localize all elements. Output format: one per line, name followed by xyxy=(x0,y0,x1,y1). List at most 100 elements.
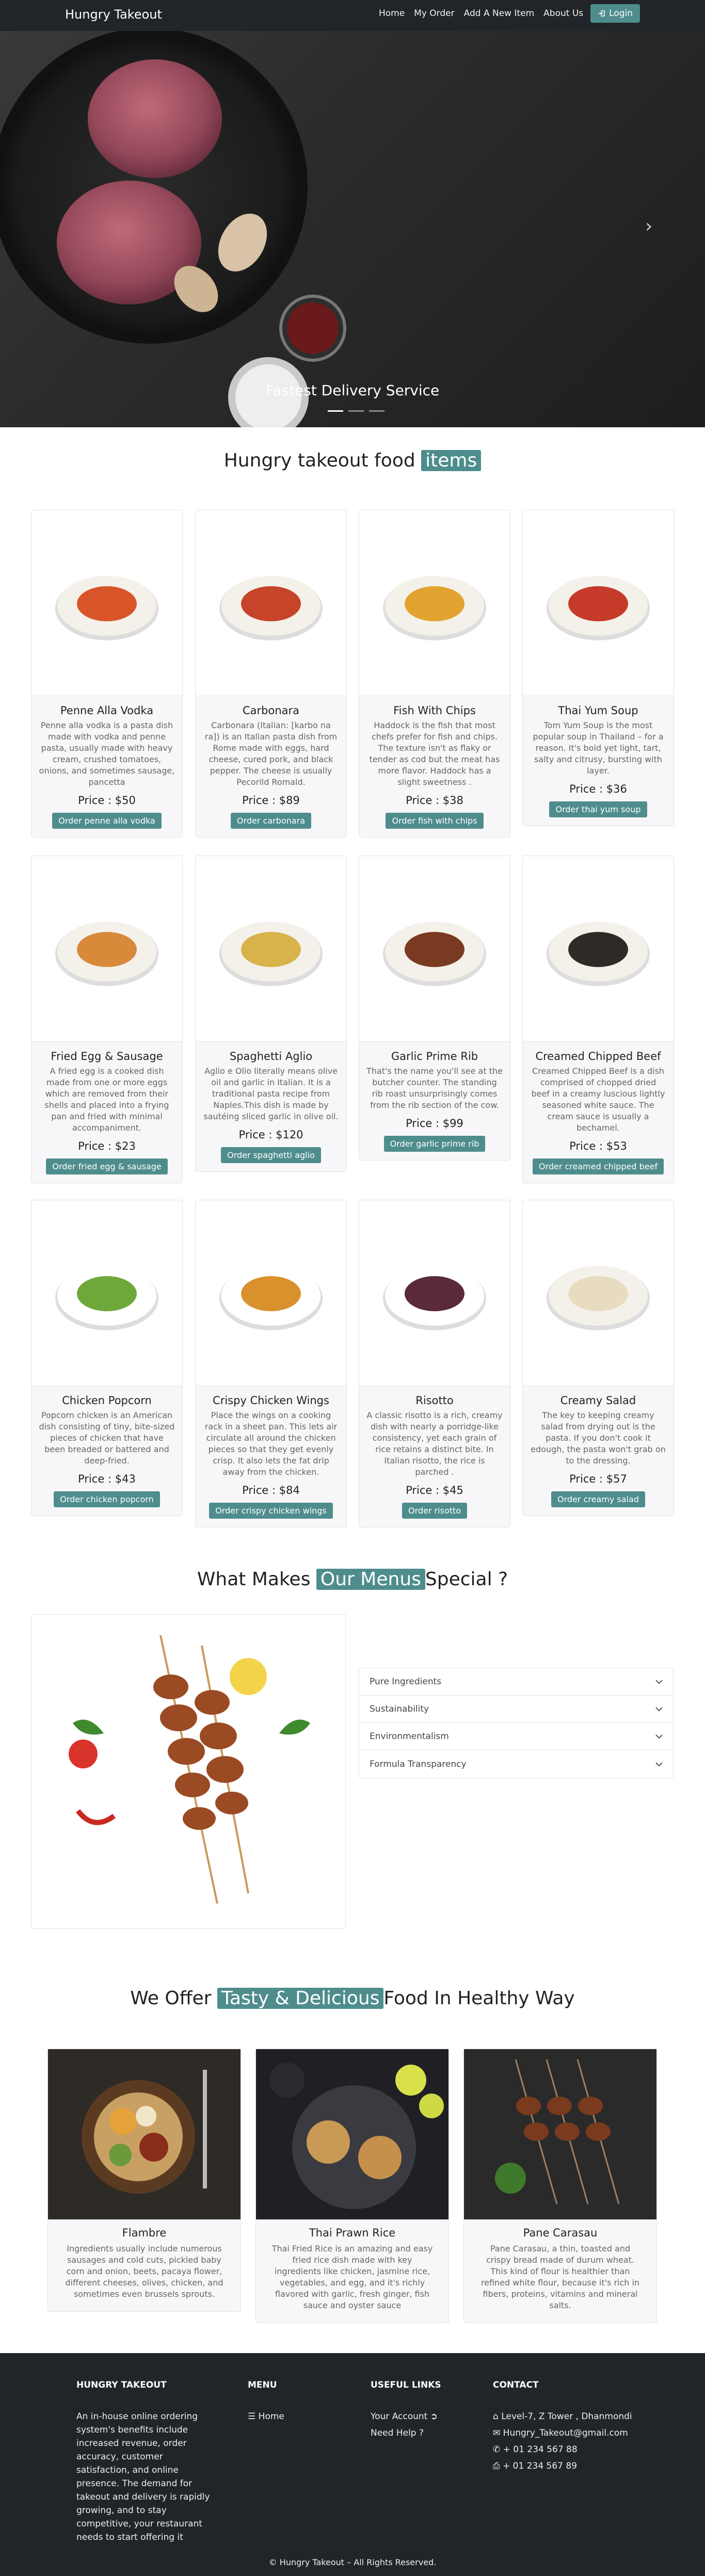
print-icon: ⎙ xyxy=(493,2461,500,2471)
title-highlight: items xyxy=(421,450,482,471)
food-price: Price : $57 xyxy=(569,1473,627,1485)
food-name: Risotto xyxy=(415,1394,454,1407)
offer-card: Flambre Ingredients usually include nume… xyxy=(47,2049,241,2312)
food-name: Spaghetti Aglio xyxy=(229,1050,313,1062)
food-description: A classic risotto is a rich, creamy dish… xyxy=(366,1410,503,1477)
food-card: Thai Yum Soup Tom Yum Soup is the most po… xyxy=(522,510,674,826)
nav-link-about[interactable]: About Us xyxy=(543,8,583,19)
order-button[interactable]: Order carbonara xyxy=(230,813,311,829)
footer-link-home[interactable]: ☰ Home xyxy=(248,2410,284,2423)
food-price: Price : $84 xyxy=(242,1484,300,1496)
food-price: Price : $120 xyxy=(238,1129,303,1141)
food-price: Price : $38 xyxy=(406,794,463,807)
food-description: Creamed Chipped Beef is a dish comprised… xyxy=(531,1066,665,1133)
phone-text: + 01 234 567 88 xyxy=(503,2444,578,2455)
chevron-down-icon xyxy=(655,1734,663,1739)
carousel-next-icon[interactable]: › xyxy=(645,216,652,237)
title-text: Special ? xyxy=(425,1569,508,1590)
food-image xyxy=(196,856,346,1042)
footer-email[interactable]: ✉ Hungry_Takeout@gmail.com xyxy=(493,2426,628,2440)
food-card-body: Carbonara Carbonara (Italian: [karbo na r… xyxy=(196,696,346,837)
home-icon: ⌂ xyxy=(493,2411,499,2422)
offer-name: Thai Prawn Rice xyxy=(309,2227,396,2239)
carousel-indicators[interactable] xyxy=(325,410,387,412)
food-card-body: Creamy Salad The key to keeping creamy sa… xyxy=(523,1386,674,1516)
accordion-item[interactable]: Pure Ingredients xyxy=(359,1668,673,1696)
food-image xyxy=(523,856,674,1042)
title-text: What Makes xyxy=(197,1569,311,1590)
food-name: Garlic Prime Rib xyxy=(391,1050,478,1062)
food-name: Fried Egg & Sausage xyxy=(51,1050,163,1062)
food-description: Carbonara (Italian: [karbo na ra]) is an… xyxy=(204,720,338,787)
carousel-indicator[interactable] xyxy=(348,410,364,412)
food-name: Carbonara xyxy=(242,704,300,717)
food-name: Fish With Chips xyxy=(393,704,476,717)
nav-menu: Home My Order Add A New Item About Us Lo… xyxy=(370,4,640,23)
offer-section-title: We Offer Tasty & Delicious Food In Health… xyxy=(0,1988,705,2009)
offer-image xyxy=(48,2049,241,2219)
order-button[interactable]: Order penne alla vodka xyxy=(52,813,162,829)
offer-description: Pane Carasau, a thin, toasted and crispy… xyxy=(480,2244,640,2310)
footer-links-title: USEFUL LINKS xyxy=(371,2380,441,2390)
footer-link-help[interactable]: Need Help ? xyxy=(371,2426,424,2440)
order-button[interactable]: Order garlic prime rib xyxy=(383,1136,486,1152)
food-image xyxy=(31,1200,182,1386)
food-name: Thai Yum Soup xyxy=(558,704,638,717)
food-price: Price : $45 xyxy=(406,1484,463,1496)
question-icon: ? xyxy=(419,2428,424,2438)
order-button[interactable]: Order creamed chipped beef xyxy=(532,1158,664,1174)
carousel-indicator[interactable] xyxy=(369,410,384,412)
food-card: Penne Alla Vodka Penne alla vodka is a pa… xyxy=(31,510,183,838)
food-card-body: Creamed Chipped Beef Creamed Chipped Beef… xyxy=(523,1042,674,1183)
title-text: We Offer xyxy=(130,1988,212,2009)
brand-logo[interactable]: Hungry Takeout xyxy=(65,7,162,22)
food-description: Haddock is the fish that most chefs pref… xyxy=(369,720,500,787)
food-image xyxy=(359,1200,510,1386)
chevron-down-icon xyxy=(655,1680,663,1684)
kebab-image xyxy=(31,1614,346,1929)
hero-carousel: › Fastest Delivery Service xyxy=(0,0,705,427)
special-section-title: What Makes Our Menus Special ? xyxy=(0,1569,705,1590)
food-image xyxy=(523,510,674,696)
accordion-item[interactable]: Sustainability xyxy=(359,1696,673,1723)
food-card: Fried Egg & Sausage A fried egg is a cook… xyxy=(31,856,183,1183)
food-card-body: Garlic Prime Rib That's the name you'll s… xyxy=(359,1042,510,1160)
hero-caption: Fastest Delivery Service xyxy=(265,382,440,399)
footer-link-label: Need Help xyxy=(371,2428,416,2438)
food-card: Spaghetti Aglio Aglio e Olio literally me… xyxy=(195,856,347,1172)
food-card: Garlic Prime Rib That's the name you'll s… xyxy=(359,856,510,1161)
title-highlight: Tasty & Delicious xyxy=(217,1988,384,2009)
order-button[interactable]: Order fried egg & sausage xyxy=(46,1158,168,1174)
footer-link-label: Home xyxy=(258,2411,284,2422)
food-price: Price : $43 xyxy=(78,1473,136,1485)
chevron-down-icon xyxy=(655,1762,663,1766)
carousel-indicator[interactable] xyxy=(328,410,343,412)
order-button[interactable]: Order chicken popcorn xyxy=(54,1491,160,1507)
food-name: Penne Alla Vodka xyxy=(60,704,154,717)
accordion-label: Formula Transparency xyxy=(370,1759,467,1769)
food-card: Fish With Chips Haddock is the fish that … xyxy=(359,510,510,838)
accordion-item[interactable]: Environmentalism xyxy=(359,1723,673,1750)
nav-link-home[interactable]: Home xyxy=(379,8,405,19)
order-button[interactable]: Order spaghetti aglio xyxy=(221,1147,321,1163)
food-name: Chicken Popcorn xyxy=(62,1394,152,1407)
order-button[interactable]: Order crispy chicken wings xyxy=(209,1503,333,1519)
food-description: A fried egg is a cooked dish made from o… xyxy=(44,1066,169,1133)
nav-link-add-item[interactable]: Add A New Item xyxy=(464,8,535,19)
food-description: Penne alla vodka is a pasta dish made wi… xyxy=(39,720,175,787)
nav-link-my-order[interactable]: My Order xyxy=(414,8,454,19)
offer-description: Ingredients usually include numerous sau… xyxy=(65,2244,223,2299)
offer-card: Thai Prawn Rice Thai Fried Rice is an am… xyxy=(255,2049,449,2323)
menu-icon: ☰ xyxy=(248,2411,256,2422)
order-button[interactable]: Order thai yum soup xyxy=(549,801,647,817)
food-image xyxy=(196,1200,346,1386)
login-button[interactable]: Login xyxy=(590,4,640,23)
order-button[interactable]: Order risotto xyxy=(402,1503,468,1519)
order-button[interactable]: Order creamy salad xyxy=(551,1491,645,1507)
offer-name: Pane Carasau xyxy=(523,2227,598,2239)
hero-image xyxy=(0,28,346,427)
footer-link-account[interactable]: Your Account ➲ xyxy=(371,2410,438,2423)
order-button[interactable]: Order fish with chips xyxy=(386,813,484,829)
food-card-body: Thai Yum Soup Tom Yum Soup is the most po… xyxy=(523,696,674,826)
accordion-item[interactable]: Formula Transparency xyxy=(359,1750,673,1778)
